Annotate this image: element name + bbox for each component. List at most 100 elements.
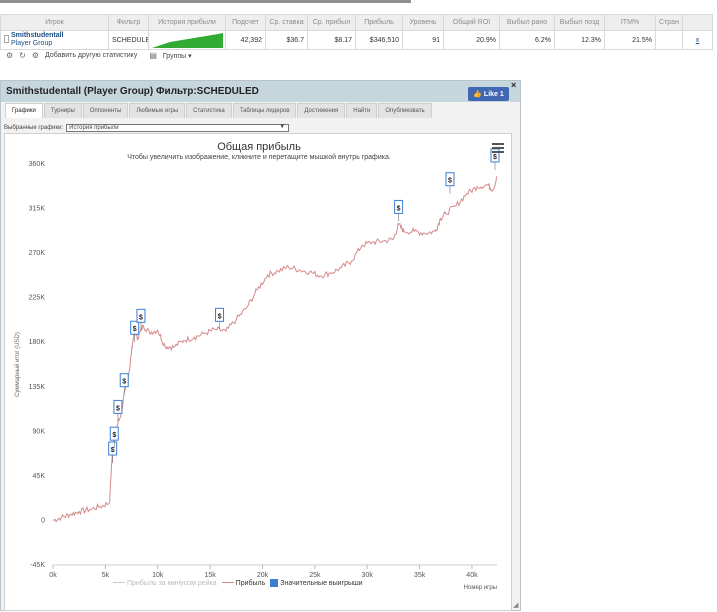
facebook-like-button[interactable]: 👍 Like 1 — [468, 87, 509, 101]
refresh-icon[interactable]: ↻ — [19, 51, 26, 60]
roi-cell: 20.9% — [443, 30, 500, 50]
big-win-marker-label: $ — [112, 432, 116, 439]
tab-publish[interactable]: Опубликовать — [378, 103, 432, 118]
y-tick-label: 45K — [33, 473, 46, 480]
chart-title: Общая прибыль — [217, 141, 301, 153]
x-tick-label: 40k — [466, 572, 478, 579]
tab-charts[interactable]: Графики — [5, 103, 43, 118]
legend-label-rake: Прибыль за минусом рейка — [127, 579, 217, 587]
tab-opponents[interactable]: Оппоненты — [82, 103, 129, 118]
resize-grip-icon[interactable]: ◢ — [513, 601, 518, 609]
tab-find[interactable]: Найти — [346, 103, 378, 118]
avg-profit-cell: $8.17 — [307, 30, 356, 50]
profit-chart[interactable]: -45K 0 45K 90K 135K 180K 225K 270K 315K 360K 0k 5k 1… — [5, 134, 513, 612]
x-tick-label: 10k — [152, 572, 164, 579]
avg-stake-cell: $36.7 — [265, 30, 308, 50]
chart-subtitle: Чтобы увеличить изображение, кликните и … — [127, 154, 391, 161]
x-tick-label: 5k — [102, 572, 110, 579]
col-header-itm[interactable]: ITM% — [604, 14, 656, 31]
top-divider — [0, 0, 411, 3]
close-icon[interactable]: × — [511, 80, 516, 90]
y-tick-label: -45K — [30, 562, 45, 569]
player-cell[interactable]: Smithstudentall Player Group — [0, 30, 109, 50]
col-header-country[interactable]: Стран — [655, 14, 683, 31]
legend-label-big-wins: Значительные выигрыши — [280, 579, 363, 587]
y-axis-title: Суммарный итог (USD) — [14, 332, 21, 397]
tab-statistics[interactable]: Статистика — [186, 103, 232, 118]
remove-row-link[interactable]: x — [696, 37, 700, 44]
late-cell: 12.3% — [554, 30, 605, 50]
add-statistic-link[interactable]: Добавить другую статистику — [45, 52, 137, 59]
settings-icon[interactable]: ⚙ — [6, 51, 13, 60]
profit-sparkline[interactable] — [152, 32, 223, 48]
stats-table: Игрок Фильтр История прибыли Подсчет Ср.… — [0, 14, 713, 50]
tab-favorite-games[interactable]: Любимые игры — [129, 103, 186, 118]
y-tick-label: 0 — [41, 517, 45, 524]
y-tick-label: 90K — [33, 428, 46, 435]
count-cell: 42,392 — [225, 30, 266, 50]
x-tick-label: 30k — [362, 572, 374, 579]
chart-panel[interactable]: -45K 0 45K 90K 135K 180K 225K 270K 315K 360K 0k 5k 1… — [4, 133, 512, 611]
profit-history-cell[interactable] — [148, 30, 226, 50]
groups-icon: ▤ — [149, 51, 157, 60]
remove-cell[interactable]: x — [682, 30, 713, 50]
popup-title: Smithstudentall (Player Group) Фильтр:SC… — [6, 86, 259, 97]
col-header-early[interactable]: Выбыл рано — [499, 14, 555, 31]
col-header-profit-history[interactable]: История прибыли — [148, 14, 226, 31]
country-cell — [655, 30, 683, 50]
x-tick-label: 0k — [49, 572, 57, 579]
dropdown-arrow-icon: ▼ — [279, 124, 286, 130]
y-tick-label: 360K — [29, 161, 46, 168]
x-tick-label: 25k — [309, 572, 321, 579]
chart-select-value: История прибыли — [69, 125, 119, 131]
big-win-marker-label: $ — [139, 314, 143, 321]
player-popup: Smithstudentall (Player Group) Фильтр:SC… — [0, 80, 521, 611]
x-tick-label: 15k — [204, 572, 216, 579]
y-tick-label: 225K — [29, 295, 46, 302]
big-win-marker-label: $ — [218, 313, 222, 320]
col-header-count[interactable]: Подсчет — [225, 14, 266, 31]
table-row[interactable]: Smithstudentall Player Group SCHEDULED 4… — [0, 30, 713, 50]
big-win-marker-label: $ — [133, 326, 137, 333]
col-header-player[interactable]: Игрок — [0, 14, 109, 31]
chart-select-dropdown[interactable]: История прибыли ▼ — [66, 124, 290, 132]
chart-menu-icon[interactable] — [492, 143, 504, 153]
legend-item-rake[interactable]: Прибыль за минусом рейка — [113, 580, 217, 587]
chart-legend: Прибыль за минусом рейка Прибыль Значите… — [113, 579, 363, 587]
col-header-roi[interactable]: Общий ROI — [443, 14, 500, 31]
level-cell: 91 — [402, 30, 444, 50]
profit-cell: $346,510 — [355, 30, 403, 50]
big-win-marker-label: $ — [448, 178, 452, 185]
sparkline-area — [152, 33, 223, 48]
early-cell: 6.2% — [499, 30, 555, 50]
like-label: Like 1 — [483, 90, 504, 98]
stats-panel: Игрок Фильтр История прибыли Подсчет Ср.… — [0, 0, 717, 68]
thumbs-up-icon: 👍 — [473, 91, 482, 98]
x-tick-label: 35k — [414, 572, 426, 579]
tab-tournaments[interactable]: Турниры — [43, 103, 82, 118]
legend-item-big-wins[interactable]: Значительные выигрыши — [270, 579, 363, 587]
groups-dropdown[interactable]: Группы ▾ — [163, 52, 192, 60]
player-name-link[interactable]: Smithstudentall — [4, 32, 105, 40]
col-header-filter[interactable]: Фильтр — [108, 14, 149, 31]
row-checkbox[interactable] — [4, 35, 9, 43]
col-header-level[interactable]: Уровень — [402, 14, 444, 31]
profit-series-line — [52, 176, 498, 523]
tab-leaderboards[interactable]: Таблицы лидеров — [232, 103, 297, 118]
legend-item-profit[interactable]: Прибыль — [221, 580, 265, 587]
y-tick-label: 135K — [29, 384, 46, 391]
col-header-profit[interactable]: Прибыль — [355, 14, 403, 31]
big-win-marker-label: $ — [397, 205, 401, 212]
y-tick-label: 270K — [29, 250, 46, 257]
popup-header[interactable]: Smithstudentall (Player Group) Фильтр:SC… — [1, 80, 520, 102]
x-tick-label: 20k — [257, 572, 269, 579]
big-win-marker-label: $ — [122, 379, 126, 386]
big-win-marker-label: $ — [116, 405, 120, 412]
col-header-avg-profit[interactable]: Ср. прибыл — [307, 14, 356, 31]
col-header-late[interactable]: Выбыл позд — [554, 14, 605, 31]
player-group-label: Player Group — [11, 40, 53, 47]
tab-achievements[interactable]: Достижения — [297, 103, 346, 118]
col-header-remove — [682, 14, 713, 31]
stats-toolbar: ⚙ ↻ ⚙ Добавить другую статистику ▤ Групп… — [6, 51, 192, 60]
col-header-avg-stake[interactable]: Ср. ставка — [265, 14, 308, 31]
